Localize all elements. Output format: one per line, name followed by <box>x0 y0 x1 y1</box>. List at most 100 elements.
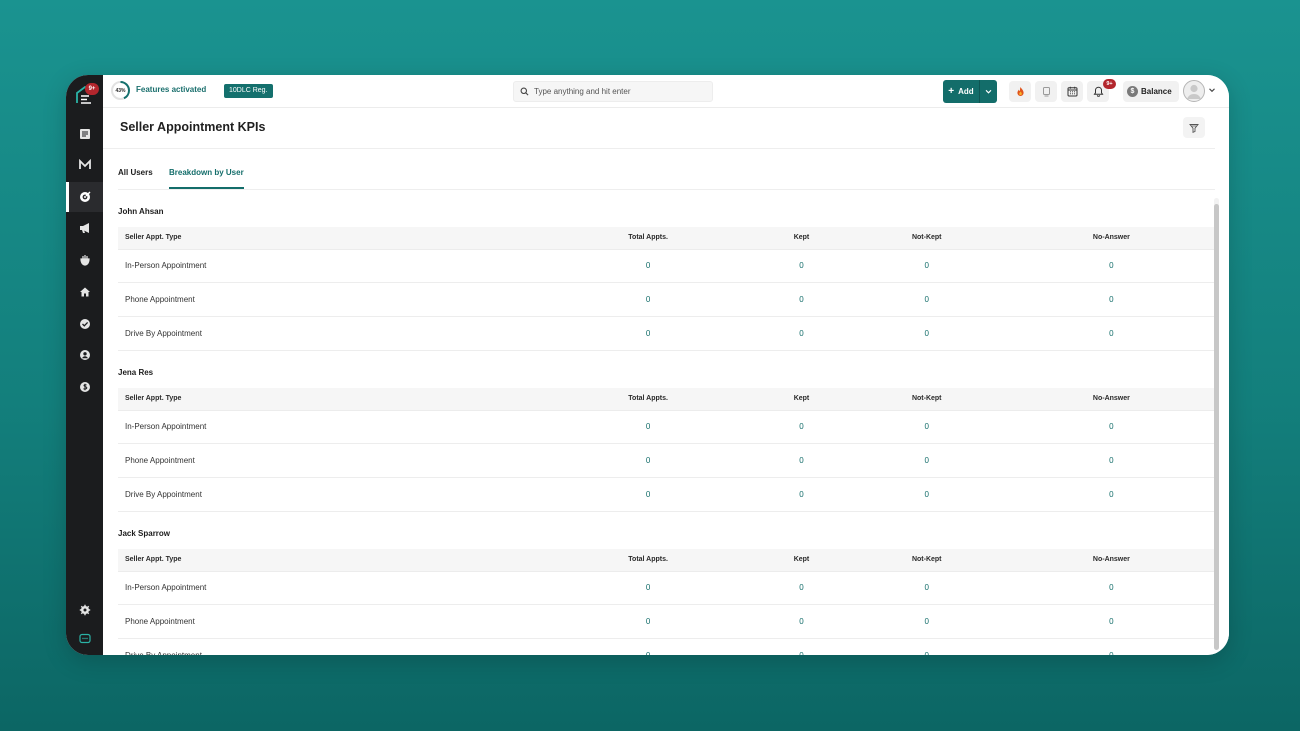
hot-leads-button[interactable] <box>1009 81 1031 102</box>
no-answer-count-cell[interactable]: 0 <box>1008 477 1214 512</box>
kept-count-cell[interactable]: 0 <box>758 477 845 512</box>
column-header: Seller Appt. Type <box>118 388 538 411</box>
no-answer-count-cell[interactable]: 0 <box>1008 638 1214 655</box>
total-count-cell[interactable]: 0 <box>538 316 759 351</box>
kept-count-cell[interactable]: 0 <box>758 410 845 445</box>
total-count-cell[interactable]: 0 <box>538 638 759 655</box>
no-answer-count-cell[interactable]: 0 <box>1008 316 1214 351</box>
user-section: Jack Sparrow Seller Appt. Type Total Appts… <box>118 520 1214 655</box>
not-kept-count-cell[interactable]: 0 <box>844 316 1009 351</box>
table-header-row: Seller Appt. Type Total Appts. Kept Not-Kep… <box>118 227 1214 250</box>
add-dropdown-toggle[interactable] <box>980 80 997 103</box>
user-circle-icon <box>79 350 90 360</box>
balance-button[interactable]: $ Balance <box>1123 81 1179 102</box>
column-header: No-Answer <box>1008 549 1214 572</box>
sidebar-item-mail[interactable] <box>66 150 103 180</box>
table-row: Phone Appointment 0 0 0 0 <box>118 282 1214 317</box>
10dlc-reg-badge[interactable]: 10DLC Reg. <box>224 84 273 98</box>
total-count-cell[interactable]: 0 <box>538 249 759 284</box>
appointment-type-cell: Drive By Appointment <box>118 316 538 351</box>
sidebar-item-properties[interactable] <box>66 277 103 307</box>
total-count-cell[interactable]: 0 <box>538 282 759 317</box>
chat-icon <box>78 633 91 644</box>
column-header: Total Appts. <box>538 227 759 250</box>
kept-count-cell[interactable]: 0 <box>758 249 845 284</box>
sidebar-item-kpis[interactable] <box>66 182 103 212</box>
search-icon <box>520 87 529 96</box>
table-header-row: Seller Appt. Type Total Appts. Kept Not-Kep… <box>118 388 1214 411</box>
sidebar-item-tasks[interactable] <box>66 309 103 339</box>
app-window: 9+ 43% Features activated 10DLC Reg. Typ… <box>66 75 1229 655</box>
add-button-group: + Add <box>943 80 997 103</box>
appointment-type-cell: Drive By Appointment <box>118 638 538 655</box>
kept-count-cell[interactable]: 0 <box>758 316 845 351</box>
table-row: Drive By Appointment0000 <box>118 638 1214 655</box>
sidebar-item-marketing[interactable] <box>66 213 103 243</box>
sidebar-item-settings[interactable] <box>66 595 103 625</box>
no-answer-count-cell[interactable]: 0 <box>1008 282 1214 317</box>
logo-notification-badge: 9+ <box>85 83 99 95</box>
sidebar-item-dashboard[interactable] <box>66 119 103 149</box>
kept-count-cell[interactable]: 0 <box>758 571 845 606</box>
kept-count-cell[interactable]: 0 <box>758 604 845 639</box>
kept-count-cell[interactable]: 0 <box>758 282 845 317</box>
scrollbar[interactable] <box>1214 198 1219 650</box>
no-answer-count-cell[interactable]: 0 <box>1008 249 1214 284</box>
kept-count-cell[interactable]: 0 <box>758 443 845 478</box>
tab-bar: All Users Breakdown by User <box>118 158 1215 190</box>
dashboard-icon <box>79 129 90 139</box>
features-activated-link[interactable]: Features activated <box>136 85 206 94</box>
page-header: Seller Appointment KPIs <box>103 108 1215 149</box>
notification-badge: 9+ <box>1103 79 1116 89</box>
calendar-button[interactable] <box>1061 81 1083 102</box>
sidebar-item-support[interactable] <box>66 624 103 654</box>
total-count-cell[interactable]: 0 <box>538 571 759 606</box>
scrollbar-thumb[interactable] <box>1214 204 1219 650</box>
not-kept-count-cell[interactable]: 0 <box>844 638 1009 655</box>
not-kept-count-cell[interactable]: 0 <box>844 604 1009 639</box>
topbar: 43% Features activated 10DLC Reg. + Add <box>103 75 1229 108</box>
tab-breakdown-by-user[interactable]: Breakdown by User <box>169 168 244 189</box>
search-input[interactable] <box>534 87 704 96</box>
add-button[interactable]: + Add <box>943 80 980 103</box>
table-row: In-Person Appointment 0 0 0 0 <box>118 571 1214 606</box>
calendar-icon <box>1067 86 1077 97</box>
no-answer-count-cell[interactable]: 0 <box>1008 443 1214 478</box>
sidebar-item-contacts[interactable] <box>66 340 103 370</box>
appointment-type-cell: In-Person Appointment <box>118 249 538 284</box>
filter-button[interactable] <box>1183 117 1205 138</box>
total-count-cell[interactable]: 0 <box>538 410 759 445</box>
not-kept-count-cell[interactable]: 0 <box>844 443 1009 478</box>
column-header: Not-Kept <box>844 227 1009 250</box>
not-kept-count-cell[interactable]: 0 <box>844 249 1009 284</box>
avatar[interactable] <box>1183 80 1205 102</box>
sidebar-item-billing[interactable] <box>66 372 103 402</box>
no-answer-count-cell[interactable]: 0 <box>1008 410 1214 445</box>
appointment-type-cell: Phone Appointment <box>118 282 538 317</box>
balance-label: Balance <box>1141 87 1172 96</box>
dialer-button[interactable] <box>1035 81 1057 102</box>
not-kept-count-cell[interactable]: 0 <box>844 410 1009 445</box>
hand-icon <box>79 255 90 266</box>
home-icon <box>79 287 90 297</box>
table-row: Drive By Appointment0000 <box>118 316 1214 351</box>
sidebar-item-deals[interactable] <box>66 245 103 275</box>
table-header-row: Seller Appt. Type Total Appts. Kept Not-Kep… <box>118 549 1214 572</box>
no-answer-count-cell[interactable]: 0 <box>1008 604 1214 639</box>
not-kept-count-cell[interactable]: 0 <box>844 571 1009 606</box>
total-count-cell[interactable]: 0 <box>538 604 759 639</box>
not-kept-count-cell[interactable]: 0 <box>844 477 1009 512</box>
no-answer-count-cell[interactable]: 0 <box>1008 571 1214 606</box>
search-bar <box>513 81 713 102</box>
total-count-cell[interactable]: 0 <box>538 443 759 478</box>
tab-all-users[interactable]: All Users <box>118 168 153 187</box>
total-count-cell[interactable]: 0 <box>538 477 759 512</box>
kept-count-cell[interactable]: 0 <box>758 638 845 655</box>
gear-icon <box>79 604 90 616</box>
user-breakdown-list: John Ahsan Seller Appt. Type Total Appts. K… <box>118 198 1214 655</box>
kpi-table: Seller Appt. Type Total Appts. Kept Not-Kep… <box>118 227 1214 351</box>
chevron-down-icon[interactable] <box>1208 86 1216 94</box>
column-header: Kept <box>758 388 845 411</box>
not-kept-count-cell[interactable]: 0 <box>844 282 1009 317</box>
table-row: Drive By Appointment0000 <box>118 477 1214 512</box>
